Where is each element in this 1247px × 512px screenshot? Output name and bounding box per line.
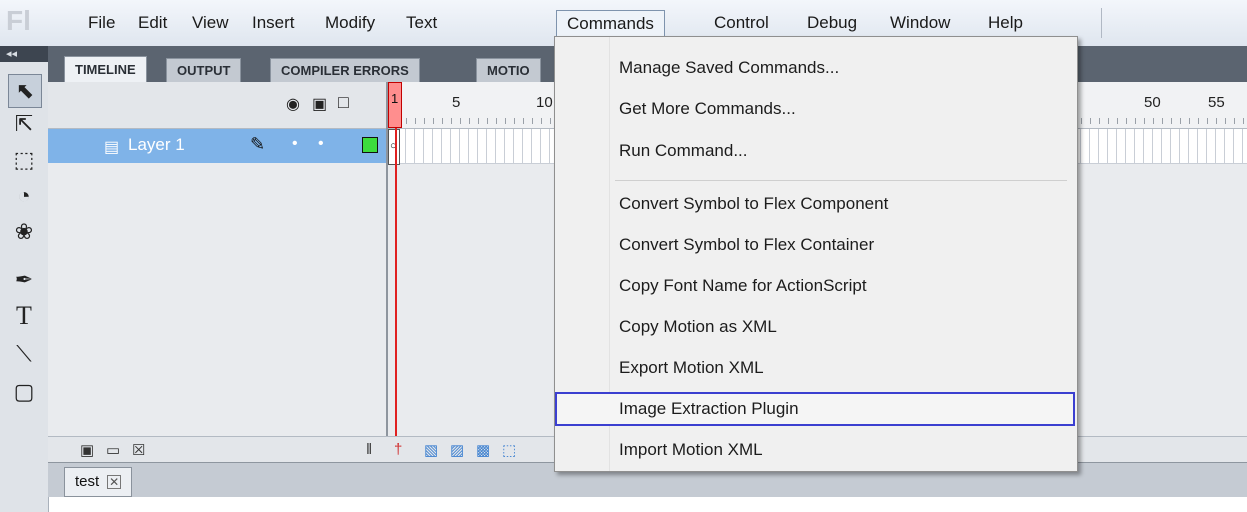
onion-skin-icon[interactable]: ▧ xyxy=(424,441,438,459)
menu-item-convert-symbol-flex-component[interactable]: Convert Symbol to Flex Component xyxy=(555,187,1075,221)
toolbox-collapse-bar[interactable]: ◂◂ xyxy=(0,46,48,62)
line-tool-icon[interactable]: ⟍ xyxy=(8,338,40,370)
menu-item-copy-font-name[interactable]: Copy Font Name for ActionScript xyxy=(555,269,1075,303)
tab-timeline[interactable]: TIMELINE xyxy=(64,56,147,83)
ruler-label-50: 50 xyxy=(1144,94,1161,111)
tab-motion-editor[interactable]: MOTIO xyxy=(476,58,541,83)
onion-skin-outlines-icon[interactable]: ▨ xyxy=(450,441,464,459)
menu-view[interactable]: View xyxy=(190,12,231,34)
playhead-line xyxy=(395,128,397,458)
menu-modify[interactable]: Modify xyxy=(323,12,377,34)
menu-edit[interactable]: Edit xyxy=(136,12,169,34)
show-hide-eye-icon[interactable]: ◉ xyxy=(286,94,300,114)
menu-help[interactable]: Help xyxy=(986,12,1025,34)
subselection-tool-icon[interactable]: ⇱ xyxy=(8,108,40,140)
layers-divider[interactable] xyxy=(386,82,388,462)
layer-outline-color[interactable] xyxy=(362,137,378,153)
menu-control[interactable]: Control xyxy=(712,12,771,34)
text-tool-icon[interactable]: T xyxy=(8,300,40,332)
playhead-frame-label: 1 xyxy=(391,91,399,106)
3d-rotation-tool-icon[interactable]: ◔ xyxy=(8,180,40,212)
keyframe-1[interactable]: ○ xyxy=(388,129,400,165)
app-logo: Fl xyxy=(6,5,31,36)
ruler-label-10: 10 xyxy=(536,94,553,111)
playhead[interactable]: 1 xyxy=(388,82,402,128)
delete-layer-icon[interactable]: ☒ xyxy=(132,441,145,459)
menu-insert[interactable]: Insert xyxy=(250,12,297,34)
layer-icon: ▤ xyxy=(104,139,120,156)
ruler-label-55: 55 xyxy=(1208,94,1225,111)
new-folder-icon[interactable]: ▭ xyxy=(106,441,120,459)
center-frame-icon[interactable]: † xyxy=(394,441,402,458)
menu-file[interactable]: File xyxy=(86,12,117,34)
pencil-icon: ✎ xyxy=(250,134,266,154)
edit-multiple-frames-icon[interactable]: ▩ xyxy=(476,441,490,459)
menu-text[interactable]: Text xyxy=(404,12,439,34)
menu-item-image-extraction-plugin[interactable]: Image Extraction Plugin xyxy=(555,392,1075,426)
menu-window[interactable]: Window xyxy=(888,12,952,34)
menu-separator xyxy=(615,180,1067,181)
lock-dot[interactable]: • xyxy=(318,135,324,153)
menu-item-copy-motion-xml[interactable]: Copy Motion as XML xyxy=(555,310,1075,344)
layer-name[interactable]: Layer 1 xyxy=(128,135,185,155)
outline-icon[interactable]: □ xyxy=(338,92,349,113)
close-icon[interactable]: ✕ xyxy=(107,475,122,489)
lock-icon[interactable]: ▣ xyxy=(312,94,327,114)
menu-item-convert-symbol-flex-container[interactable]: Convert Symbol to Flex Container xyxy=(555,228,1075,262)
commands-menu: Manage Saved Commands... Get More Comman… xyxy=(554,36,1078,472)
document-tab-label: test xyxy=(75,473,100,490)
layer-row[interactable]: ▤ Layer 1 ✎ • • xyxy=(48,129,388,163)
modify-onion-markers-icon[interactable]: ⬚ xyxy=(502,441,516,459)
ruler-label-5: 5 xyxy=(452,94,461,111)
visibility-dot[interactable]: • xyxy=(292,135,298,153)
tab-output[interactable]: OUTPUT xyxy=(166,58,242,83)
tools-panel: ◂◂ ⬉ ⇱ ⬚ ◔ ❀ ✒ T ⟍ ▢ xyxy=(0,46,49,512)
menu-item-run-command[interactable]: Run Command... xyxy=(555,134,1075,168)
layers-header: ◉ ▣ □ xyxy=(48,82,388,129)
selection-tool-icon[interactable]: ⬉ xyxy=(8,74,42,108)
collapse-icon: ◂◂ xyxy=(6,48,18,60)
menu-item-manage-saved-commands[interactable]: Manage Saved Commands... xyxy=(555,51,1075,85)
lasso-tool-icon[interactable]: ❀ xyxy=(8,216,40,248)
pen-tool-icon[interactable]: ✒ xyxy=(8,264,40,296)
menu-item-export-motion-xml[interactable]: Export Motion XML xyxy=(555,351,1075,385)
new-layer-icon[interactable]: ▣ xyxy=(80,441,94,459)
menu-commands[interactable]: Commands xyxy=(556,10,665,37)
menubar-separator xyxy=(1101,8,1102,38)
free-transform-tool-icon[interactable]: ⬚ xyxy=(8,144,40,176)
menu-item-get-more-commands[interactable]: Get More Commands... xyxy=(555,92,1075,126)
menu-debug[interactable]: Debug xyxy=(805,12,859,34)
resize-grip-icon[interactable]: ‖ xyxy=(366,441,372,458)
document-tab[interactable]: test ✕ xyxy=(64,467,133,497)
tab-compiler-errors[interactable]: COMPILER ERRORS xyxy=(270,58,420,83)
menu-item-import-motion-xml[interactable]: Import Motion XML xyxy=(555,433,1075,467)
rectangle-tool-icon[interactable]: ▢ xyxy=(8,376,40,408)
